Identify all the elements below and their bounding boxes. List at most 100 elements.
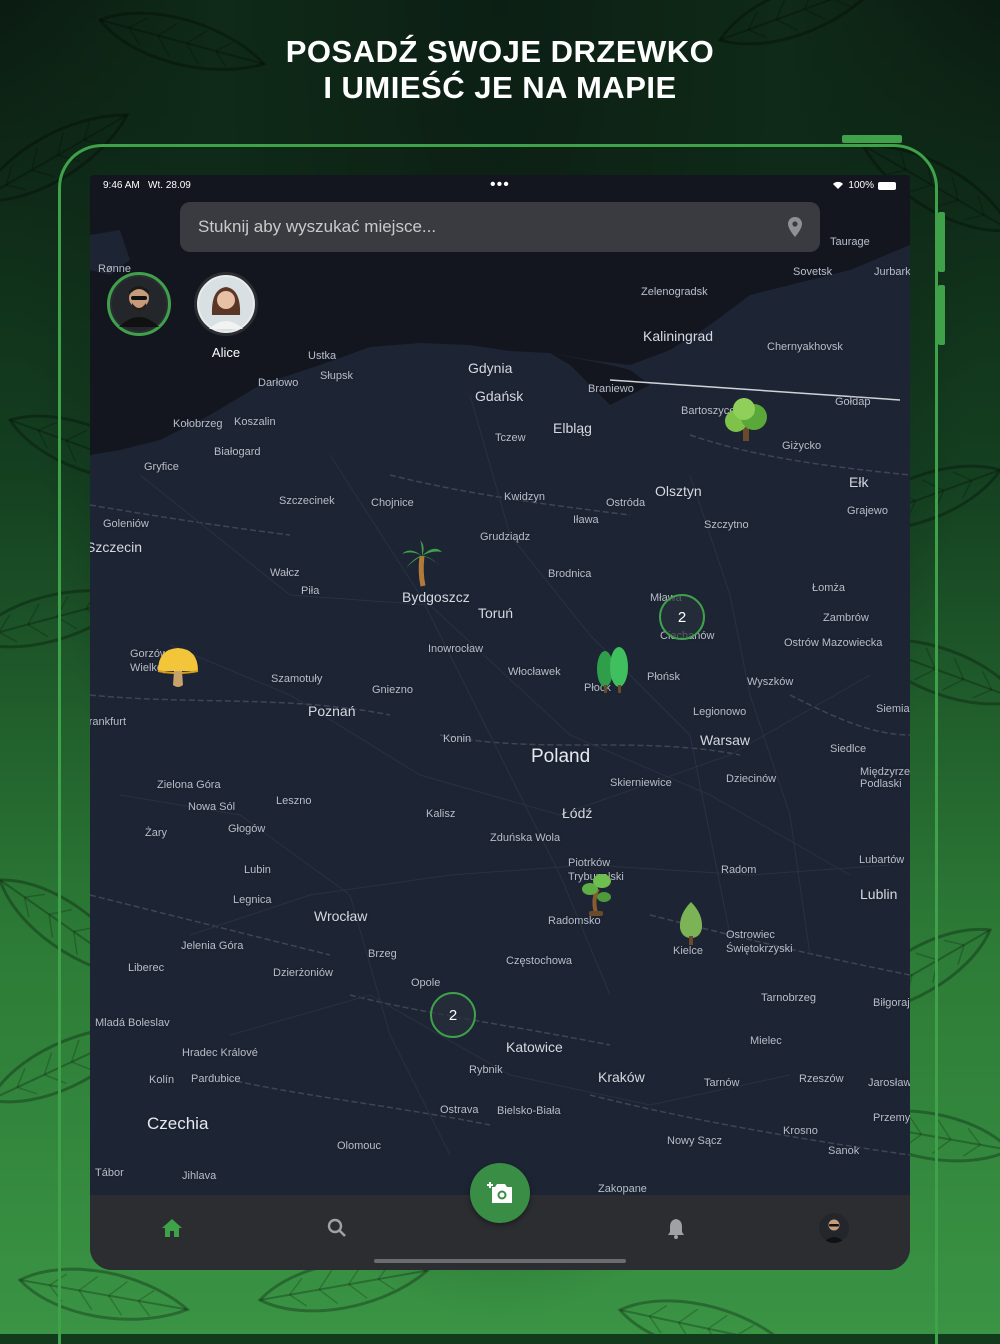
city-label: Koszalin — [234, 416, 276, 428]
story-avatar-2[interactable] — [194, 272, 258, 336]
city-label: Jarosław — [868, 1077, 910, 1089]
tab-profile[interactable] — [819, 1213, 849, 1243]
home-indicator — [374, 1259, 626, 1263]
search-bar[interactable]: Stuknij aby wyszukać miejsce... — [180, 202, 820, 252]
status-right: 100% — [832, 180, 896, 191]
city-label: Międzyrzec Podlaski — [860, 766, 910, 790]
city-label: Legionowo — [693, 706, 747, 718]
tree-marker-poplar[interactable] — [676, 900, 706, 946]
city-label: Liberec — [128, 962, 165, 974]
city-label: Lubin — [244, 864, 271, 876]
city-label: Wałcz — [270, 567, 300, 579]
city-label: Poznań — [308, 703, 356, 719]
city-label: Kołobrzeg — [173, 418, 223, 430]
city-label: Olomouc — [337, 1140, 382, 1152]
city-label: Katowice — [506, 1039, 563, 1055]
city-label: Giżycko — [782, 440, 822, 452]
city-label: Chernyakhovsk — [767, 341, 843, 353]
city-label: Głogów — [228, 823, 266, 835]
city-label: Biłgoraj — [873, 997, 910, 1009]
city-label: Sovetsk — [793, 266, 833, 278]
city-label: Bielsko-Biała — [497, 1105, 561, 1117]
city-label: Szczecinek — [279, 495, 335, 507]
country-label-poland: Poland — [531, 746, 591, 767]
city-label: Skierniewice — [610, 777, 672, 789]
city-label: Siemiatycze — [876, 703, 910, 715]
city-label: Mielec — [750, 1035, 782, 1047]
city-label: Kolín — [149, 1074, 175, 1086]
promo-headline: POSADŹ SWOJE DRZEWKO I UMIEŚĆ JE NA MAPI… — [0, 34, 1000, 106]
tree-cluster-marker[interactable]: 2 — [659, 594, 705, 640]
city-label: Grudziądz — [480, 531, 531, 543]
city-label: Radom — [721, 864, 757, 876]
city-label: Zambrów — [823, 612, 869, 624]
city-label: Jihlava — [182, 1170, 217, 1182]
city-label: Sanok — [828, 1145, 860, 1157]
city-label: Jelenia Góra — [181, 940, 244, 952]
profile-avatar — [819, 1213, 849, 1243]
city-label: Szamotuły — [271, 673, 323, 685]
tree-marker-oak[interactable] — [720, 395, 772, 445]
city-label: Tarnów — [704, 1077, 740, 1089]
city-label: Kielce — [673, 945, 703, 957]
city-label: Konin — [443, 733, 472, 745]
city-label: Zielona Góra — [157, 779, 221, 791]
city-label: Łomża — [812, 582, 846, 594]
city-label: Piła — [301, 585, 320, 597]
city-label: Mladá Boleslav — [95, 1017, 170, 1029]
city-label: Nowa Sól — [188, 801, 236, 813]
promo-line-2: I UMIEŚĆ JE NA MAPIE — [323, 70, 677, 105]
tree-marker-bonsai[interactable] — [578, 869, 614, 917]
location-pin-icon[interactable] — [788, 217, 802, 237]
tree-marker-palm[interactable] — [400, 540, 444, 588]
city-label: Chojnice — [371, 497, 414, 509]
city-label: Przemyśl — [873, 1112, 910, 1124]
device-top-button — [842, 135, 902, 143]
city-label: Zelenogradsk — [641, 286, 708, 298]
city-label: Żary — [145, 827, 167, 839]
city-label: Ostrava — [440, 1104, 479, 1116]
city-label: Frankfurt — [90, 716, 127, 728]
tab-search[interactable] — [322, 1213, 352, 1243]
city-label: Gdynia — [468, 360, 513, 376]
status-time: 9:46 AM — [103, 180, 140, 191]
city-label: Braniewo — [588, 383, 634, 395]
city-label: Pardubice — [191, 1073, 241, 1085]
city-label: Częstochowa — [506, 955, 573, 967]
city-label: Zakopane — [598, 1183, 647, 1195]
city-label: Ostrowiec Świętokrzyski — [726, 929, 793, 955]
city-label: Szczecin — [90, 539, 143, 555]
tab-home[interactable] — [157, 1213, 187, 1243]
city-label: Gryfice — [144, 461, 179, 473]
multitask-dots-icon[interactable]: ••• — [490, 176, 510, 194]
city-label: Kraków — [598, 1069, 645, 1085]
city-label: Taurage — [830, 236, 870, 248]
city-label: Hradec Králové — [182, 1047, 258, 1059]
city-label: Szczytno — [704, 519, 749, 531]
add-photo-button[interactable] — [470, 1163, 530, 1223]
city-label: Toruń — [478, 605, 514, 621]
city-label: Słupsk — [320, 370, 354, 382]
city-label: Zduńska Wola — [490, 832, 561, 844]
story-avatar-1[interactable] — [107, 272, 171, 336]
city-label: Włocławek — [508, 666, 561, 678]
home-icon — [162, 1219, 182, 1237]
tree-marker-mushroom[interactable] — [155, 645, 201, 691]
camera-add-icon — [487, 1182, 512, 1203]
app-screen: 9:46 AM Wt. 28.09 ••• 100% Stuknij aby w… — [90, 175, 910, 1270]
city-label: Warsaw — [700, 732, 751, 748]
city-label: Olsztyn — [655, 483, 702, 499]
search-icon — [327, 1218, 346, 1237]
tree-cluster-marker[interactable]: 2 — [430, 992, 476, 1038]
city-label: Tábor — [95, 1167, 124, 1179]
bell-icon — [668, 1218, 684, 1239]
city-label: Ostróda — [606, 497, 646, 509]
city-label: Gniezno — [372, 684, 413, 696]
tree-marker-cypress[interactable] — [592, 645, 634, 695]
battery-percent: 100% — [848, 180, 874, 191]
tab-notifications[interactable] — [661, 1213, 691, 1243]
city-label: Legnica — [233, 894, 272, 906]
city-label: Rybnik — [469, 1064, 503, 1076]
city-label: Brodnica — [548, 568, 592, 580]
city-label: Gołdap — [835, 396, 871, 408]
